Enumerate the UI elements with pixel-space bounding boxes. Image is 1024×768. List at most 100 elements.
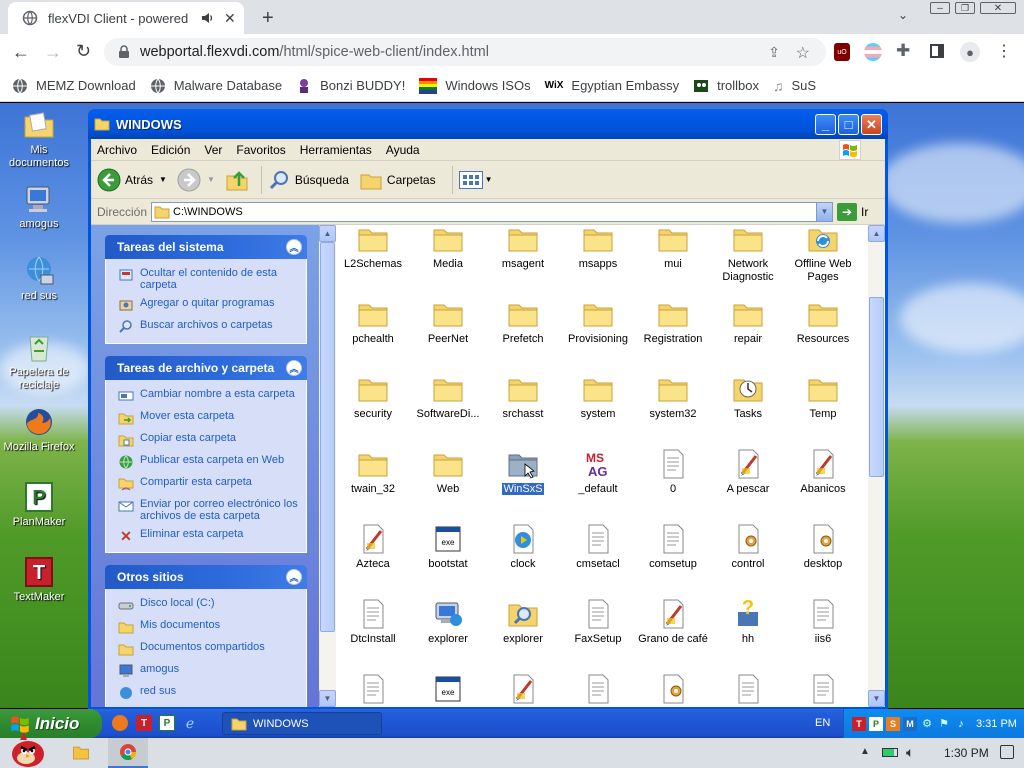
folders-button[interactable]: Carpetas [359, 168, 436, 192]
place-shared-documents[interactable]: Documentos compartidos [118, 641, 298, 657]
extensions-puzzle-icon[interactable]: ✚ [896, 41, 910, 61]
desktop-icon-amogus[interactable]: amogus [0, 183, 78, 231]
host-clock[interactable]: 1:30 PM [944, 746, 989, 760]
file-item[interactable]: Provisioning [561, 298, 635, 346]
restore-icon[interactable]: ❐ [955, 2, 975, 14]
task-copy-folder[interactable]: Copiar esta carpeta [118, 432, 298, 448]
task-delete-folder[interactable]: ✕ Eliminar esta carpeta [118, 528, 298, 544]
file-item[interactable]: iis6 [786, 598, 860, 646]
place-local-disk[interactable]: Disco local (C:) [118, 597, 298, 613]
file-item[interactable] [636, 673, 710, 707]
address-dropdown-icon[interactable]: ▼ [816, 202, 833, 221]
close-button[interactable]: ✕ [861, 114, 882, 135]
file-item[interactable]: msapps [561, 225, 635, 271]
window-titlebar[interactable]: WINDOWS _ □ ✕ [88, 109, 888, 139]
file-list-scrollbar[interactable]: ▲ ▼ [868, 225, 885, 707]
file-item[interactable]: Prefetch [486, 298, 560, 346]
file-item[interactable] [336, 673, 410, 707]
scroll-up-icon[interactable]: ▲ [868, 225, 885, 242]
views-button[interactable]: ▼ [458, 170, 493, 189]
minimize-icon[interactable]: – [930, 2, 950, 14]
trans-flag-extension-icon[interactable] [864, 43, 882, 61]
desktop-icon-red-sus[interactable]: red sus [0, 255, 78, 303]
file-item[interactable]: Abanicos [786, 448, 860, 496]
file-item[interactable]: pchealth [336, 298, 410, 346]
bookmark-memz[interactable]: MEMZ Download [12, 78, 136, 94]
file-item[interactable]: exe [411, 673, 485, 707]
file-item[interactable]: DtcInstall [336, 598, 410, 646]
address-bar[interactable]: webportal.flexvdi.com/html/spice-web-cli… [104, 38, 826, 66]
file-item[interactable]: comsetup [636, 523, 710, 571]
task-publish-web[interactable]: Publicar esta carpeta en Web [118, 454, 298, 470]
share-icon[interactable]: ⇪ [768, 44, 780, 61]
file-item[interactable]: Offline Web Pages [786, 225, 860, 284]
file-item[interactable] [711, 673, 785, 707]
task-add-remove-programs[interactable]: Agregar o quitar programas [118, 297, 298, 313]
file-item[interactable]: twain_32 [336, 448, 410, 496]
maximize-button[interactable]: □ [838, 114, 859, 135]
network-tray-icon[interactable]: ⚙ [920, 717, 934, 731]
menu-favoritos[interactable]: Favoritos [236, 143, 285, 157]
speaker-icon[interactable] [200, 11, 214, 25]
file-item[interactable]: cmsetacl [561, 523, 635, 571]
file-item[interactable]: SoftwareDi... [411, 373, 485, 421]
textmaker-tray-icon[interactable]: T [852, 716, 866, 731]
file-item[interactable]: Temp [786, 373, 860, 421]
menu-archivo[interactable]: Archivo [97, 143, 137, 157]
bookmark-windows-isos[interactable]: Windows ISOs [419, 77, 531, 94]
file-item[interactable]: PeerNet [411, 298, 485, 346]
file-item[interactable] [786, 673, 860, 707]
file-item[interactable]: msagent [486, 225, 560, 271]
place-red-sus[interactable]: red sus [118, 685, 298, 701]
reload-icon[interactable]: ↻ [76, 41, 91, 62]
go-button[interactable]: ➔ Ir [837, 202, 868, 221]
back-arrow-icon[interactable]: ← [12, 42, 30, 63]
firefox-quicklaunch-icon[interactable] [112, 715, 128, 731]
bookmark-bonzi-buddy[interactable]: Bonzi BUDDY! [296, 78, 405, 94]
bookmark-egyptian-embassy[interactable]: WiX Egyptian Embassy [545, 78, 679, 93]
close-tab-icon[interactable]: ✕ [224, 10, 236, 27]
m-tray-icon[interactable]: M [903, 716, 917, 731]
search-button[interactable]: Búsqueda [268, 168, 349, 192]
language-indicator[interactable]: EN [815, 717, 830, 729]
file-item[interactable]: A pescar [711, 448, 785, 496]
desktop-icon-planmaker[interactable]: P PlanMaker [0, 481, 78, 529]
notifications-icon[interactable] [1000, 745, 1014, 759]
task-share-folder[interactable]: Compartir esta carpeta [118, 476, 298, 492]
file-item[interactable]: repair [711, 298, 785, 346]
ublock-icon[interactable]: uO [834, 43, 850, 61]
more-menu-icon[interactable]: ⋮ [996, 41, 1012, 61]
side-panel-icon[interactable] [930, 44, 944, 58]
textmaker-quicklaunch-icon[interactable]: T [136, 715, 152, 731]
place-my-documents[interactable]: Mis documentos [118, 619, 298, 635]
file-item[interactable]: explorer [411, 598, 485, 646]
file-item[interactable]: Registration [636, 298, 710, 346]
file-item[interactable]: Resources [786, 298, 860, 346]
file-item[interactable]: explorer [486, 598, 560, 646]
show-hidden-icons-icon[interactable]: ▲ [860, 746, 870, 757]
battery-icon[interactable] [882, 748, 898, 757]
desktop-icon-textmaker[interactable]: T TextMaker [0, 556, 78, 604]
file-item[interactable]: 0 [636, 448, 710, 496]
menu-edicion[interactable]: Edición [151, 143, 190, 157]
menu-ayuda[interactable]: Ayuda [386, 143, 420, 157]
menu-herramientas[interactable]: Herramientas [300, 143, 372, 157]
file-item[interactable]: MS AG _default [561, 448, 635, 496]
bookmark-trollbox[interactable]: trollbox [693, 78, 759, 94]
desktop-icon-firefox[interactable]: Mozilla Firefox [0, 406, 78, 454]
file-item[interactable]: WinSxS [486, 448, 560, 496]
menu-ver[interactable]: Ver [204, 143, 222, 157]
file-item[interactable]: mui [636, 225, 710, 271]
scroll-down-icon[interactable]: ▼ [319, 690, 336, 707]
bookmark-sus[interactable]: ♫ SuS [773, 78, 816, 94]
file-item[interactable]: exe bootstat [411, 523, 485, 571]
task-search-files[interactable]: Buscar archivos o carpetas [118, 319, 298, 335]
forward-arrow-icon[interactable]: → [44, 42, 62, 63]
minimize-button[interactable]: _ [815, 114, 836, 135]
desktop-icon-recycle-bin[interactable]: Papelera de reciclaje [0, 331, 78, 392]
file-item[interactable]: desktop [786, 523, 860, 571]
file-item[interactable]: FaxSetup [561, 598, 635, 646]
file-item[interactable]: Web [411, 448, 485, 496]
ie-quicklaunch-icon[interactable]: ℯ [182, 715, 198, 731]
back-button[interactable]: Atrás ▼ [97, 168, 167, 192]
